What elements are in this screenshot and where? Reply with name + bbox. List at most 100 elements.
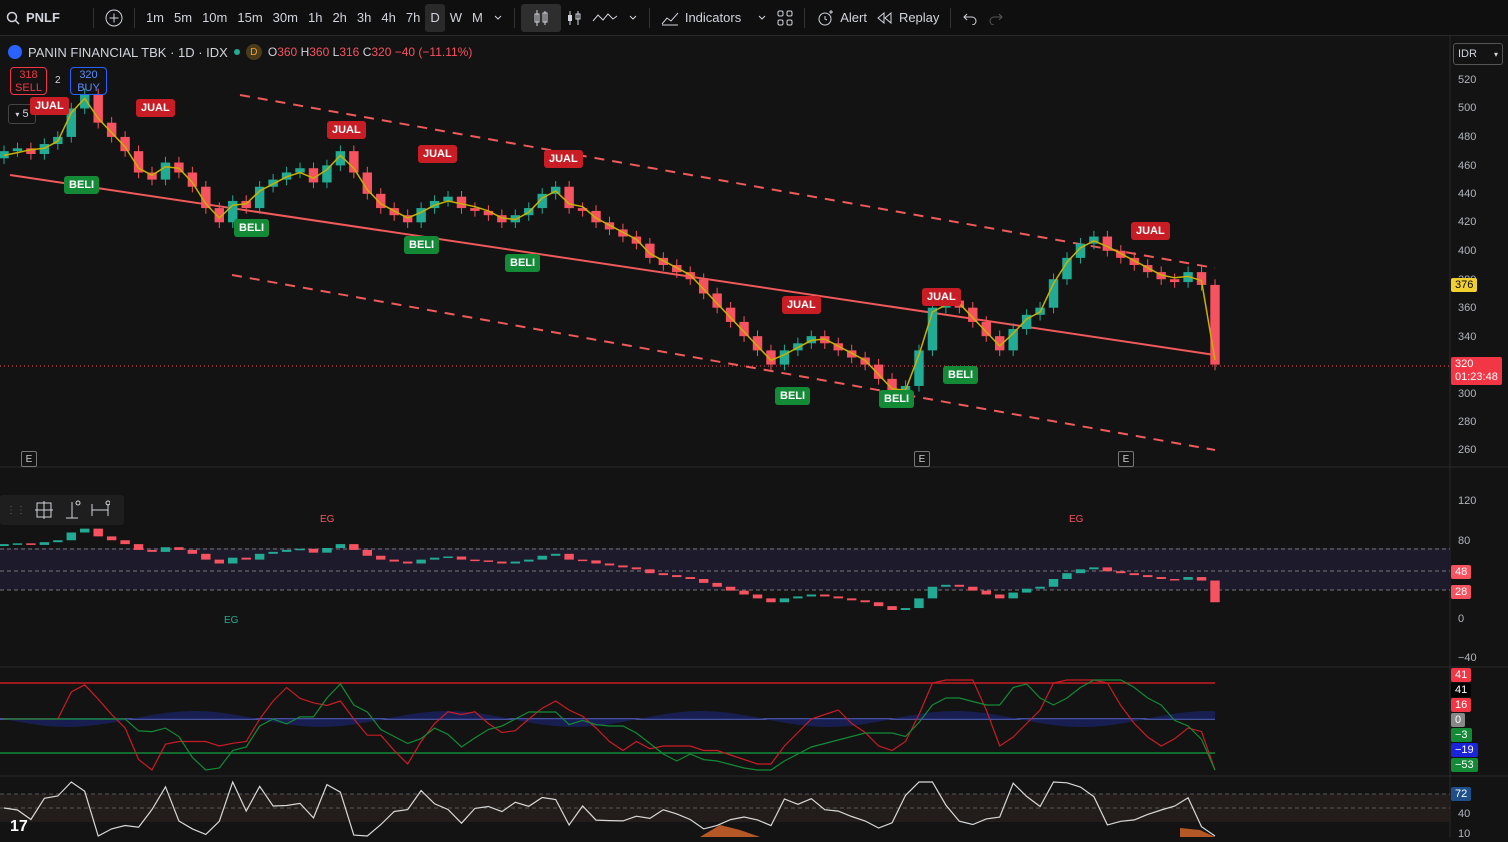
- earnings-marker[interactable]: E: [21, 451, 37, 467]
- candle-body[interactable]: [160, 162, 171, 180]
- current-price-value: 320: [1455, 358, 1474, 370]
- beli-label: BELI: [409, 239, 435, 251]
- price-axis-label: 260: [1458, 444, 1477, 456]
- timeframe-M[interactable]: M: [467, 4, 488, 32]
- candle-body[interactable]: [1008, 329, 1018, 351]
- horizontal-measure-icon[interactable]: [90, 500, 110, 520]
- currency-selector[interactable]: IDR ▾: [1453, 43, 1503, 65]
- tradingview-logo-icon[interactable]: 17: [10, 818, 28, 836]
- vertical-measure-icon[interactable]: [62, 500, 82, 520]
- candle-body[interactable]: [322, 165, 332, 183]
- timeframe-D[interactable]: D: [425, 3, 445, 32]
- osc1-tag: 28: [1451, 585, 1472, 599]
- symbol-legend[interactable]: PANIN FINANCIAL TBK · 1D · IDX D O360 H3…: [8, 44, 472, 60]
- beli-signal[interactable]: BELI: [234, 219, 270, 237]
- company-logo: [8, 45, 22, 59]
- layouts-button[interactable]: [772, 4, 798, 32]
- beli-signal[interactable]: BELI: [404, 236, 440, 254]
- buy-button[interactable]: 320 BUY: [70, 67, 107, 95]
- earnings-marker[interactable]: E: [1118, 451, 1134, 467]
- redo-button[interactable]: [983, 4, 1009, 32]
- timeframe-3h[interactable]: 3h: [352, 4, 376, 32]
- osc1-bar: [254, 553, 265, 560]
- spread-value: 2: [55, 75, 61, 86]
- high-value: 360: [309, 45, 330, 59]
- jual-signal[interactable]: JUAL: [327, 121, 366, 139]
- replay-button[interactable]: Replay: [872, 4, 944, 32]
- osc1-axis-label: 80: [1458, 535, 1471, 547]
- timeframe-5m[interactable]: 5m: [169, 4, 197, 32]
- beli-label: BELI: [948, 369, 974, 381]
- line-chart-type-button[interactable]: [587, 4, 623, 32]
- candle-body[interactable]: [1210, 284, 1220, 365]
- timeframe-1m[interactable]: 1m: [141, 4, 169, 32]
- osc1-bar: [833, 596, 843, 599]
- data-badge[interactable]: D: [245, 44, 262, 60]
- timeframe-dropdown[interactable]: [488, 4, 508, 32]
- sell-button[interactable]: 318 SELL: [10, 67, 47, 95]
- jual-label: JUAL: [1136, 225, 1165, 237]
- beli-signal[interactable]: BELI: [775, 387, 811, 405]
- earnings-marker[interactable]: E: [914, 451, 930, 467]
- price-axis-label: 340: [1458, 331, 1477, 343]
- alert-button[interactable]: Alert: [811, 4, 872, 32]
- osc1-bar: [483, 560, 494, 562]
- osc1-bar: [470, 559, 480, 562]
- jual-signal[interactable]: JUAL: [782, 296, 821, 314]
- osc1-bar: [914, 598, 924, 609]
- chart-type-dropdown[interactable]: [623, 4, 643, 32]
- symbol-search[interactable]: PNLF: [0, 4, 65, 32]
- osc1-bar: [1008, 592, 1018, 599]
- bars-chart-type-button[interactable]: [561, 4, 587, 32]
- timeframe-W[interactable]: W: [445, 4, 467, 32]
- osc1-bar: [376, 555, 386, 560]
- price-chart[interactable]: [0, 36, 1508, 837]
- osc1-bar: [389, 559, 399, 562]
- measure-box-icon[interactable]: [34, 500, 54, 520]
- osc1-bar: [241, 557, 251, 560]
- timeframe-4h[interactable]: 4h: [376, 4, 400, 32]
- beli-signal[interactable]: BELI: [64, 176, 100, 194]
- earnings-label: E: [25, 453, 33, 465]
- chart-area[interactable]: [0, 36, 1508, 837]
- last-price-tag: 376: [1451, 278, 1478, 292]
- osc1-bar: [537, 555, 547, 560]
- alarm-clock-icon: [818, 9, 834, 25]
- osc1-bar: [604, 563, 615, 566]
- indicators-label: Indicators: [684, 10, 742, 25]
- timeframe-7h[interactable]: 7h: [401, 4, 425, 32]
- jual-signal[interactable]: JUAL: [544, 150, 583, 168]
- ohlc-values: O360 H360 L316 C320 −40 (−11.11%): [268, 45, 472, 59]
- timeframe-15m[interactable]: 15m: [232, 4, 267, 32]
- compare-button[interactable]: [100, 4, 128, 32]
- eg-marker: EG: [224, 615, 238, 626]
- pane-drawing-tools: ⋮⋮: [0, 495, 124, 525]
- beli-signal[interactable]: BELI: [943, 366, 979, 384]
- candle-body[interactable]: [12, 148, 23, 152]
- osc1-bar: [12, 543, 23, 545]
- drag-handle-icon[interactable]: ⋮⋮: [6, 505, 26, 516]
- jual-signal[interactable]: JUAL: [30, 97, 69, 115]
- rewind-icon: [877, 11, 892, 24]
- undo-button[interactable]: [957, 4, 983, 32]
- timeframe-2h[interactable]: 2h: [327, 4, 351, 32]
- osc2-tag-value: 16: [1455, 699, 1468, 711]
- osc1-bar: [147, 549, 157, 552]
- jual-signal[interactable]: JUAL: [1131, 222, 1170, 240]
- close-value: 320: [371, 45, 392, 59]
- beli-signal[interactable]: BELI: [505, 254, 541, 272]
- timeframe-30m[interactable]: 30m: [268, 4, 303, 32]
- timeframe-10m[interactable]: 10m: [197, 4, 232, 32]
- jual-signal[interactable]: JUAL: [136, 99, 175, 117]
- currency-label: IDR: [1458, 48, 1477, 60]
- jual-signal[interactable]: JUAL: [418, 145, 457, 163]
- price-axis-label: 300: [1458, 388, 1477, 400]
- indicators-button[interactable]: Indicators: [656, 4, 772, 32]
- candles-chart-type-button[interactable]: [520, 3, 561, 32]
- osc1-bar: [968, 586, 978, 591]
- beli-signal[interactable]: BELI: [879, 390, 915, 408]
- jual-signal[interactable]: JUAL: [922, 288, 961, 306]
- timeframe-1h[interactable]: 1h: [303, 4, 327, 32]
- candle-body[interactable]: [1169, 279, 1180, 283]
- osc1-bar: [995, 594, 1005, 599]
